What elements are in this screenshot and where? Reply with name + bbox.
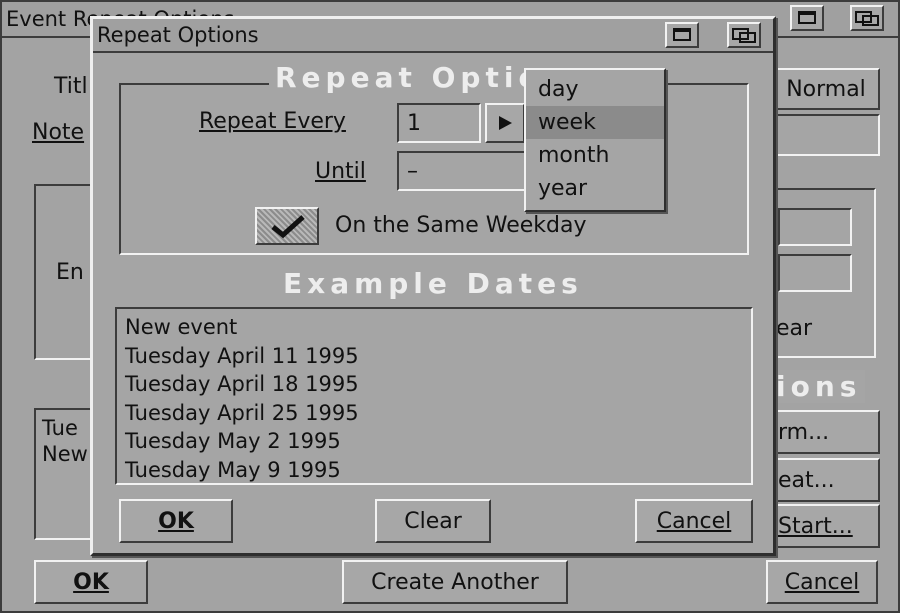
note-input[interactable] (772, 114, 880, 156)
menu-item-year[interactable]: year (526, 172, 664, 205)
example-date-item: Tuesday May 9 1995 (125, 457, 341, 482)
menu-item-day[interactable]: day (526, 73, 664, 106)
dialog-title: Repeat Options (97, 23, 259, 47)
start-button[interactable]: Start... (772, 504, 880, 548)
title-field-label: Titl (54, 74, 88, 99)
repeat-unit-menu: day week month year (524, 68, 666, 212)
create-another-button[interactable]: Create Another (342, 560, 568, 604)
until-input[interactable]: – (397, 151, 529, 191)
repeat-unit-menu-button[interactable] (485, 103, 525, 143)
end-label: En (56, 260, 84, 285)
example-date-item: New event (125, 315, 238, 339)
back-cancel-button[interactable]: Cancel (766, 560, 878, 604)
end-date-input[interactable] (778, 208, 852, 246)
example-date-item: Tuesday May 2 1995 (125, 429, 341, 453)
repeat-button[interactable]: eat... (772, 458, 880, 502)
alarm-button-label: rm... (778, 419, 830, 445)
example-dates-list[interactable]: New event Tuesday April 11 1995 Tuesday … (115, 307, 753, 485)
priority-normal-label: Normal (786, 76, 866, 102)
dialog-maximize-button[interactable] (727, 22, 761, 48)
dialog-ok-button[interactable]: OK (119, 499, 233, 543)
iconify-icon (673, 28, 691, 41)
dialog-iconify-button[interactable] (665, 22, 699, 48)
example-date-item: Tuesday April 11 1995 (125, 343, 359, 368)
dialog-clear-label: Clear (404, 508, 462, 534)
back-window-maximize-button[interactable] (850, 5, 884, 31)
end-time-input[interactable] (778, 254, 852, 292)
note-field-label: Note (32, 120, 84, 145)
note-label-text: Note (32, 120, 85, 145)
maximize-icon (732, 28, 756, 43)
back-ok-button[interactable]: OK (34, 560, 148, 604)
dialog-cancel-label: Cancel (656, 508, 732, 534)
back-cancel-label: Cancel (784, 569, 860, 595)
back-window-iconify-button[interactable] (790, 5, 824, 31)
iconify-icon (798, 11, 816, 24)
until-label: Until (315, 159, 366, 184)
same-weekday-checkbox[interactable] (255, 207, 319, 245)
alarm-button[interactable]: rm... (772, 410, 880, 454)
priority-normal-button[interactable]: Normal (772, 68, 880, 110)
menu-item-week[interactable]: week (526, 106, 664, 139)
back-ok-label: OK (73, 569, 109, 595)
event-list-item: New (42, 441, 88, 466)
dialog-cancel-button[interactable]: Cancel (635, 499, 753, 543)
example-date-item: Tuesday April 18 1995 (125, 372, 359, 396)
example-date-item: Tuesday April 25 1995 (125, 400, 359, 425)
repeat-options-dialog: Repeat Options Repeat Options Repeat Eve… (90, 16, 776, 556)
same-weekday-label: On the Same Weekday (335, 213, 587, 238)
options-heading: ions (772, 370, 866, 403)
triangle-right-icon (499, 116, 512, 130)
repeat-every-value: 1 (407, 110, 421, 136)
create-another-label: Create Another (371, 569, 539, 595)
dialog-ok-label: OK (158, 508, 194, 534)
repeat-every-label: Repeat Every (199, 109, 346, 134)
menu-item-month[interactable]: month (526, 139, 664, 172)
until-value: – (407, 158, 418, 184)
until-label-text: Until (315, 159, 366, 184)
checkmark-icon (271, 215, 305, 239)
event-list-item: Tue (42, 416, 78, 440)
year-label: ear (776, 316, 813, 341)
repeat-every-label-text: Repeat Every (199, 109, 346, 134)
dialog-clear-button[interactable]: Clear (375, 499, 491, 543)
maximize-icon (855, 11, 879, 26)
example-dates-heading: Example Dates (277, 267, 589, 300)
repeat-every-input[interactable]: 1 (397, 103, 481, 143)
start-button-label: Start... (778, 513, 853, 539)
repeat-button-label: eat... (778, 467, 835, 493)
